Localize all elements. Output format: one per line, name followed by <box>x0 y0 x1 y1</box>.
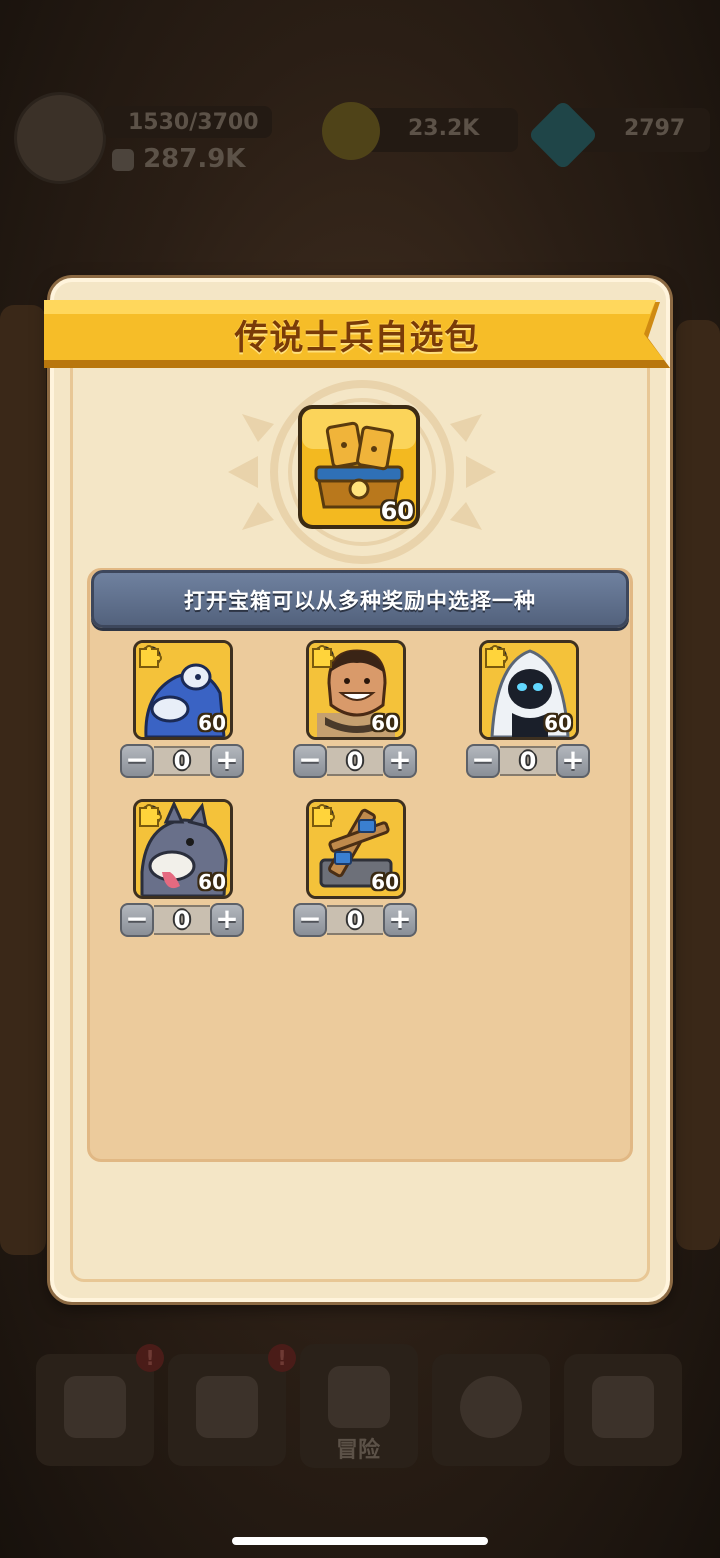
increase-button[interactable]: + <box>383 744 417 778</box>
unit-option: 60 − 0 + <box>466 640 608 780</box>
player-avatar <box>14 92 106 184</box>
home-indicator[interactable] <box>232 1537 488 1545</box>
fist-icon <box>112 148 134 171</box>
quantity-value: 0 <box>327 746 383 776</box>
shield-icon <box>64 1376 126 1438</box>
increase-button[interactable]: + <box>383 903 417 937</box>
xp-text: 1530/3700 <box>128 110 259 135</box>
nav-equipment-button[interactable] <box>36 1354 154 1466</box>
trophy-icon <box>592 1376 654 1438</box>
quantity-value: 0 <box>154 746 210 776</box>
gem-value: 2797 <box>624 116 686 141</box>
nav-adventure-label: 冒险 <box>336 1438 381 1463</box>
increase-button[interactable]: + <box>210 744 244 778</box>
gold-coin-icon <box>322 102 380 160</box>
unit-card[interactable]: 60 <box>306 799 406 899</box>
puzzle-piece-icon <box>139 804 162 827</box>
quantity-value: 0 <box>327 905 383 935</box>
helmet-icon <box>196 1376 258 1438</box>
unit-level: 60 <box>198 711 226 735</box>
unit-level: 60 <box>544 711 572 735</box>
unit-option: 60 − 0 + <box>120 640 262 780</box>
quantity-stepper: − 0 + <box>293 744 417 778</box>
title-ribbon: 传说士兵自选包 <box>40 298 674 372</box>
gold-value: 23.2K <box>408 116 480 141</box>
decrease-button[interactable]: − <box>120 744 154 778</box>
target-icon <box>460 1376 522 1438</box>
quantity-value: 0 <box>154 905 210 935</box>
nav-adventure-button[interactable]: 冒险 <box>300 1344 418 1468</box>
left-side-frame <box>0 305 46 1255</box>
bottom-nav: ! ! 冒险 <box>0 1330 720 1480</box>
decrease-button[interactable]: − <box>293 744 327 778</box>
unit-option: 60 − 0 + <box>120 799 262 939</box>
power-value: 287.9K <box>143 144 246 174</box>
power-text: 287.9K <box>112 144 245 174</box>
unit-card[interactable]: 60 <box>133 640 233 740</box>
crossed-swords-icon <box>328 1366 390 1428</box>
decrease-button[interactable]: − <box>120 903 154 937</box>
alert-badge: ! <box>268 1344 296 1372</box>
quantity-stepper: − 0 + <box>120 744 244 778</box>
quantity-stepper: − 0 + <box>120 903 244 937</box>
quantity-value: 0 <box>500 746 556 776</box>
puzzle-piece-icon <box>485 645 508 668</box>
chest-level: 60 <box>380 497 414 525</box>
increase-button[interactable]: + <box>210 903 244 937</box>
chest-reward-tile: 60 <box>296 403 422 531</box>
quantity-stepper: − 0 + <box>466 744 590 778</box>
info-banner-text: 打开宝箱可以从多种奖励中选择一种 <box>184 589 536 613</box>
puzzle-piece-icon <box>139 645 162 668</box>
unit-level: 60 <box>371 870 399 894</box>
quantity-stepper: − 0 + <box>293 903 417 937</box>
unit-card[interactable]: 60 <box>306 640 406 740</box>
unit-level: 60 <box>371 711 399 735</box>
increase-button[interactable]: + <box>556 744 590 778</box>
modal-title: 传说士兵自选包 <box>234 318 480 358</box>
puzzle-piece-icon <box>312 804 335 827</box>
nav-target-button[interactable] <box>432 1354 550 1466</box>
alert-badge: ! <box>136 1344 164 1372</box>
unit-option: 60 − 0 + <box>293 799 435 939</box>
unit-card[interactable]: 60 <box>479 640 579 740</box>
unit-option: 60 − 0 + <box>293 640 435 780</box>
right-side-frame <box>676 320 720 1250</box>
decrease-button[interactable]: − <box>293 903 327 937</box>
puzzle-piece-icon <box>312 645 335 668</box>
unit-level: 60 <box>198 870 226 894</box>
info-banner: 打开宝箱可以从多种奖励中选择一种 <box>91 570 629 628</box>
nav-trophy-button[interactable] <box>564 1354 682 1466</box>
decrease-button[interactable]: − <box>466 744 500 778</box>
unit-card[interactable]: 60 <box>133 799 233 899</box>
nav-heroes-button[interactable] <box>168 1354 286 1466</box>
